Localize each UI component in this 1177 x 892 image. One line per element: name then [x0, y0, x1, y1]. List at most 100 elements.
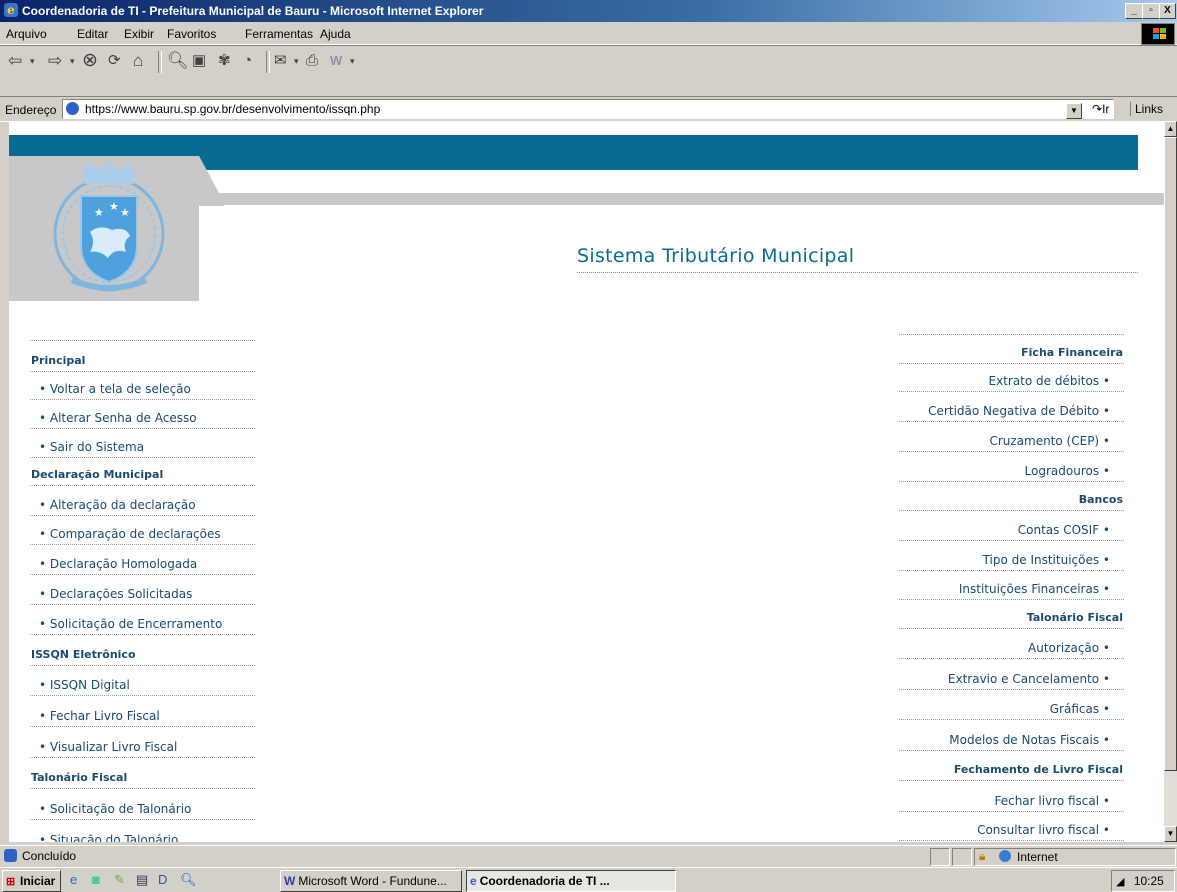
mail-dropdown-icon[interactable]: ▾	[294, 50, 299, 72]
title-underline	[577, 272, 1138, 273]
menu-divider	[30, 788, 255, 789]
forward-icon[interactable]: ⇨	[48, 50, 62, 72]
logo-panel: ★ ★ ★	[9, 156, 199, 301]
left-menu-item[interactable]: • Situação do Talonário	[39, 833, 178, 842]
edit-dropdown-icon[interactable]: ▾	[350, 50, 355, 72]
desktop-quicklaunch-icon[interactable]: ◙	[92, 872, 100, 887]
address-dropdown-icon[interactable]: ▼	[1066, 103, 1082, 119]
task-word[interactable]: W Microsoft Word - Fundune...	[280, 870, 462, 892]
menu-divider	[899, 719, 1124, 720]
right-menu-item[interactable]: Consultar livro fiscal •	[977, 823, 1110, 837]
right-menu-item[interactable]: Fechar livro fiscal •	[994, 794, 1110, 808]
editor-quicklaunch-icon[interactable]: ✎	[114, 872, 125, 888]
left-menu-item[interactable]: • Fechar Livro Fiscal	[39, 709, 160, 723]
scroll-thumb[interactable]	[1164, 137, 1177, 771]
svg-text:★: ★	[120, 206, 130, 219]
right-menu-item[interactable]: Extrato de débitos •	[989, 374, 1111, 388]
right-menu-item[interactable]: Tipo de Instituições •	[983, 553, 1110, 567]
explorer-quicklaunch-icon[interactable]: ▤	[136, 872, 148, 888]
left-menu-item[interactable]: • Declaração Homologada	[39, 557, 197, 571]
address-input[interactable]: https://www.bauru.sp.gov.br/desenvolvime…	[62, 99, 1114, 119]
back-dropdown-icon[interactable]: ▾	[30, 50, 35, 72]
menu-divider	[30, 819, 255, 820]
menu-divider	[899, 481, 1124, 482]
toolbar-separator	[158, 51, 162, 73]
right-menu-item[interactable]: Contas COSIF •	[1018, 523, 1110, 537]
menu-favoritos[interactable]: Favoritos	[167, 27, 216, 41]
left-menu-item[interactable]: • Alterar Senha de Acesso	[39, 411, 197, 425]
right-menu-item[interactable]: Autorização •	[1028, 641, 1110, 655]
menu-ferramentas[interactable]: Ferramentas	[245, 27, 313, 41]
right-menu-item[interactable]: Modelos de Notas Fiscais •	[949, 733, 1110, 747]
menu-divider	[899, 451, 1124, 452]
address-label: Endereço	[5, 103, 57, 117]
start-button[interactable]: ⊞ Iniciar	[2, 870, 61, 892]
left-menu-item[interactable]: • Visualizar Livro Fiscal	[39, 740, 177, 754]
media-icon[interactable]: ✾	[218, 50, 231, 72]
left-menu-item[interactable]: • Solicitação de Encerramento	[39, 617, 222, 631]
windows-flag-icon: ⊞	[6, 876, 16, 888]
stop-icon[interactable]: ⊗	[82, 50, 98, 72]
mail-icon[interactable]: ✉	[274, 50, 287, 72]
search-icon[interactable]: 🔍︎	[167, 50, 189, 72]
menu-divider	[30, 371, 255, 372]
address-bar: Endereço https://www.bauru.sp.gov.br/des…	[0, 96, 1177, 122]
scroll-down-icon[interactable]: ▼	[1164, 826, 1177, 842]
left-menu-item[interactable]: • Alteração da declaração	[39, 498, 196, 512]
print-icon[interactable]: ⎙	[306, 50, 318, 72]
favorites-icon[interactable]: ▣	[192, 50, 206, 72]
menu-divider	[899, 628, 1124, 629]
volume-icon[interactable]: ◢	[1116, 876, 1124, 888]
left-menu-item[interactable]: • Sair do Sistema	[39, 440, 144, 454]
left-menu-item[interactable]: • Solicitação de Talonário	[39, 802, 191, 816]
forward-dropdown-icon[interactable]: ▾	[70, 50, 75, 72]
vertical-scrollbar[interactable]: ▲ ▼	[1164, 121, 1177, 842]
scroll-up-icon[interactable]: ▲	[1164, 121, 1177, 137]
task-ie[interactable]: e Coordenadoria de TI ...	[466, 870, 676, 892]
left-menu-item[interactable]: • Declarações Solicitadas	[39, 587, 192, 601]
search-quicklaunch-icon[interactable]: 🔍︎	[180, 872, 197, 888]
menu-divider	[899, 334, 1124, 335]
menu-divider	[30, 695, 255, 696]
right-menu-item[interactable]: Certidão Negativa de Débito •	[928, 404, 1110, 418]
menu-divider	[899, 363, 1124, 364]
left-menu-item[interactable]: • ISSQN Digital	[39, 678, 130, 692]
right-menu-item[interactable]: Logradouros •	[1025, 464, 1110, 478]
left-menu-item[interactable]: • Comparação de declarações	[39, 527, 221, 541]
bauru-coat-of-arms-icon: ★ ★ ★	[53, 164, 165, 292]
menu-divider	[30, 515, 255, 516]
menu-exibir[interactable]: Exibir	[124, 27, 154, 41]
minimize-button[interactable]: _	[1125, 3, 1143, 19]
access-quicklaunch-icon[interactable]: D	[158, 872, 167, 887]
maximize-button[interactable]: ▫	[1142, 3, 1160, 19]
word-icon: W	[284, 874, 296, 888]
menu-divider	[30, 574, 255, 575]
home-icon[interactable]: ⌂	[133, 50, 143, 72]
menu-ajuda[interactable]: Ajuda	[320, 27, 351, 41]
refresh-icon[interactable]: ⟳	[108, 50, 121, 72]
left-menu-item[interactable]: • Voltar a tela de seleção	[39, 382, 191, 396]
ie-quicklaunch-icon[interactable]: e	[70, 872, 77, 887]
zone-panel: 🔒︎ Internet	[974, 848, 1176, 866]
task-word-label: Microsoft Word - Fundune...	[298, 874, 447, 888]
menu-divider	[899, 599, 1124, 600]
menu-editar[interactable]: Editar	[77, 27, 108, 41]
menu-divider	[30, 428, 255, 429]
menu-divider	[899, 780, 1124, 781]
go-button[interactable]: ↷Ir	[1092, 102, 1109, 116]
back-icon[interactable]: ⇦	[8, 50, 22, 72]
right-menu-heading: Fechamento de Livro Fiscal	[953, 763, 1123, 776]
window-title-bar: e Coordenadoria de TI - Prefeitura Munic…	[0, 0, 1177, 22]
right-menu-item[interactable]: Instituições Financeiras •	[959, 582, 1110, 596]
menu-divider	[30, 485, 255, 486]
system-tray: ◢ 10:25	[1111, 870, 1175, 892]
close-button[interactable]: X	[1159, 3, 1176, 19]
edit-icon[interactable]: W	[330, 50, 342, 72]
menu-arquivo[interactable]: Arquivo	[6, 27, 47, 41]
right-menu-item[interactable]: Gráficas •	[1050, 702, 1110, 716]
right-menu-item[interactable]: Extravio e Cancelamento •	[948, 672, 1110, 686]
address-url[interactable]: https://www.bauru.sp.gov.br/desenvolvime…	[85, 102, 380, 116]
links-button[interactable]: Links	[1130, 102, 1163, 116]
right-menu-item[interactable]: Cruzamento (CEP) •	[989, 434, 1110, 448]
history-icon[interactable]: ◔	[243, 50, 252, 72]
